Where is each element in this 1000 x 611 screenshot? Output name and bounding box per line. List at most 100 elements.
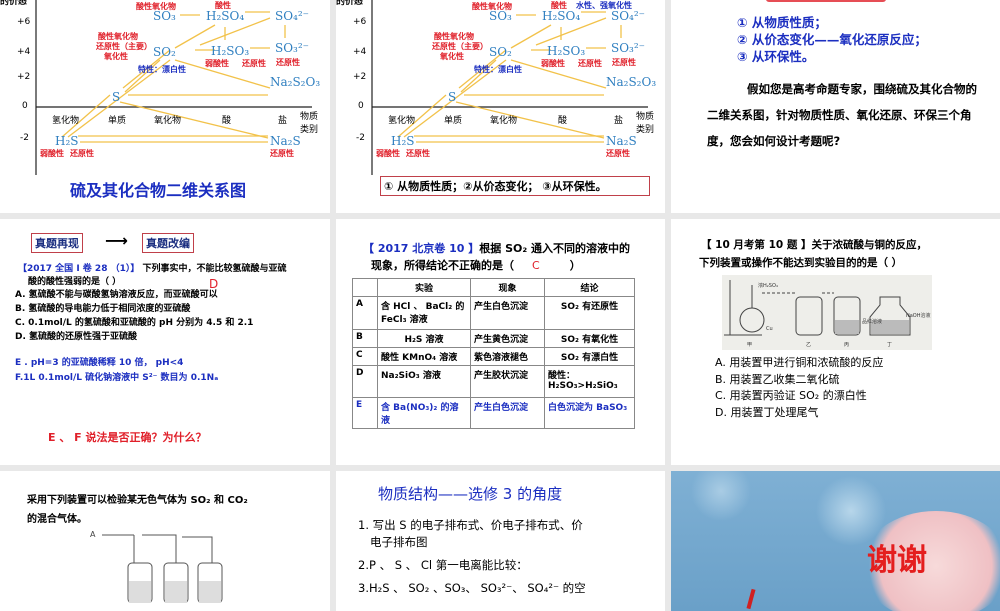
property-label: 酸性 [551,1,567,10]
slide-thumbnail-4[interactable]: 真题再现 ⟶ 真题改编 【2017 全国 I 卷 28 （1）】 下列事实中，不… [0,219,330,465]
axis-label: 的价态 [336,0,364,7]
experiment-table: 实验 现象 结论 A含 HCl 、 BaCl₂ 的 FeCl₃ 溶液 产生白色沉淀 SO… [352,278,635,429]
chemical-species: SO₂ [489,45,512,59]
property-label: 还原性 [606,149,630,158]
gas-bottles-figure: A [90,530,223,603]
property-label: 特性：漂白性 [138,65,186,74]
adapted-options: E . pH=3 的亚硫酸稀释 10 倍， pH<4 F.1L 0.1mol/L… [15,356,218,386]
option: C. 用装置丙验证 SO₂ 的漂白性 [715,389,867,402]
chemical-species: SO₃²⁻ [275,41,310,55]
chemical-species: H₂SO₄ [206,9,245,23]
property-label: 弱酸性 [205,59,229,68]
property-label: 还原性 [276,58,300,67]
slide-thumbnail-3[interactable]: ① 从物质性质； ② 从价态变化——氧化还原反应； ③ 从环保性。 假如您是高考… [671,0,1000,213]
figure-label: NaOH溶液 [906,312,931,319]
table-cell: 白色沉淀为 BaSO₃ [544,397,635,429]
property-label: 还原性 [578,59,602,68]
property-label: 特性：漂白性 [474,65,522,74]
question-text: 根据 SO₂ 通入不同的溶液中的 [479,242,630,255]
chemical-species: H₂S [55,134,79,148]
figure-label: 丁 [887,342,892,348]
table-cell: Na₂SiO₃ 溶液 [377,365,471,398]
figure-label: 品红溶液 [862,318,882,325]
question-source: 【 10 月考第 10 题 】 [701,239,812,251]
table-row: A含 HCl 、 BaCl₂ 的 FeCl₃ 溶液 产生白色沉淀 SO₂ 有还原性 [352,296,635,330]
table-header [352,278,378,297]
adapted-question-box: 真题改编 [142,233,194,253]
axis-label: 酸 [222,116,232,126]
axis-label: -2 [356,133,365,143]
property-label: 还原性 [70,149,94,158]
list-item: 3.H₂S 、 SO₂ 、SO₃、 SO₃²⁻、 SO₄²⁻ 的空 [358,581,586,595]
options-list: A. 氢硫酸不能与碳酸氢钠溶液反应，而亚硫酸可以 B. 氢硫酸的导电能力低于相同… [15,288,253,344]
axis-label: +2 [17,72,31,82]
slide-thumbnail-6[interactable]: 【 10 月考第 10 题 】关于浓硫酸与铜的反应， 下列装置或操作不能达到实验… [671,219,1000,465]
thanks-text: 谢谢 [867,543,927,578]
chemical-species: SO₃²⁻ [611,41,646,55]
chemical-species: S [448,90,457,104]
option: B. 氢硫酸的导电能力低于相同浓度的亚硫酸 [15,304,191,314]
slide-thumbnail-8[interactable]: 物质结构——选修 3 的角度 1. 写出 S 的电子排布式、价电子排布式、价 电… [336,471,665,611]
table-header: 现象 [470,278,545,297]
chemical-species: Na₂S₂O₃ [270,75,321,89]
question-text: 采用下列装置可以检验某无色气体为 SO₂ 和 CO₂ [27,495,248,506]
table-cell: B [352,329,378,348]
chemical-species: SO₄²⁻ [275,9,310,23]
axis-label: +4 [353,47,367,57]
real-question-box: 真题再现 [31,233,83,253]
table-cell: 产生白色沉淀 [470,397,545,429]
list-item: 2.P 、 S 、 Cl 第一电离能比较： [358,558,528,572]
slide-thumbnail-1[interactable]: 的价态 +6 +4 +2 0 -2 氢化物 单质 氧化物酸盐物质 类别 SO₃ H₂SO₄ SO₄²⁻ S… [0,0,330,213]
table-cell: SO₂ 有还原性 [544,296,635,330]
option: A. 用装置甲进行铜和浓硫酸的反应 [715,356,884,369]
option: F.1L 0.1mol/L 硫化钠溶液中 S²⁻ 数目为 0.1Nₐ [15,373,219,383]
table-cell: C [352,347,378,366]
table-cell: SO₂ 有漂白性 [544,347,635,366]
answer-mark: C [532,259,540,272]
axis-label: 氢化物 [388,116,416,126]
table-cell: 产生白色沉淀 [470,296,545,330]
figure-label: Cu [766,326,773,332]
slide-thumbnail-7[interactable]: 采用下列装置可以检验某无色气体为 SO₂ 和 CO₂ 的混合气体。 A [0,471,330,611]
table-row: B H₂S 溶液 产生黄色沉淀 SO₂ 有氧化性 [352,329,635,348]
property-label: 酸性氧化物 [136,2,176,11]
option: E . pH=3 的亚硫酸稀释 10 倍， pH<4 [15,358,184,368]
summary-box: ① 从物质性质；②从价态变化； ③从环保性。 [380,176,650,196]
axis-label: 物质 [300,112,319,122]
options-list: A. 用装置甲进行铜和浓硫酸的反应 B. 用装置乙收集二氧化硫 C. 用装置丙验… [715,355,883,421]
angle-item: ② 从价态变化——氧化还原反应； [737,32,927,47]
axis-label: +6 [17,17,31,27]
figure-label: 甲 [747,342,752,348]
axis-label: -2 [20,133,29,143]
slide-thumbnail-5[interactable]: 【 2017 北京卷 10 】根据 SO₂ 通入不同的溶液中的 现象，所得结论不… [336,219,665,465]
axis-label: 类别 [300,125,319,135]
discussion-question: E 、 F 说法是否正确？为什么？ [48,431,207,444]
apparatus-figure: 浓H₂SO₄ Cu 品红溶液 NaOH溶液 甲 乙 丙 丁 [722,275,932,350]
axis-label: 的价态 [0,0,28,7]
slide-thumbnail-2[interactable]: 的价态 +6 +4 +2 0 -2 氢化物 单质 氧化物酸盐物质 类别 SO₃ H₂SO₄ SO₄²⁻ S… [336,0,665,213]
slide-thumbnail-9[interactable]: 谢谢 [671,471,1000,611]
option: D. 氢硫酸的还原性强于亚硫酸 [15,332,138,342]
property-label: 酸性 [215,1,231,10]
axis-label: 氢化物 [52,116,80,126]
angle-item: ③ 从环保性。 [737,49,815,64]
table-cell: A [352,296,378,330]
option: D. 用装置丁处理尾气 [715,405,819,419]
figure-label: 浓H₂SO₄ [758,282,778,289]
property-label: 弱酸性 [376,149,400,158]
table-cell: 含 HCl 、 BaCl₂ 的 FeCl₃ 溶液 [377,296,471,330]
apparatus-drawing: 浓H₂SO₄ Cu 品红溶液 NaOH溶液 甲 乙 丙 丁 [724,280,931,348]
axis-label: 单质 [108,116,127,126]
slide-title: 物质结构——选修 3 的角度 [378,485,563,503]
figure-label: 乙 [806,341,811,348]
question-text: 的混合气体。 [27,514,87,525]
chemical-species: H₂SO₃ [211,44,250,58]
option: C. 0.1mol/L 的氢硫酸和亚硫酸的 pH 分别为 4.5 和 2.1 [15,318,254,328]
figure-label: 丙 [844,342,849,348]
table-cell: 酸性：H₂SO₃>H₂SiO₃ [544,365,635,398]
question-text: 现象，所得结论不正确的是（ [371,259,514,272]
property-label: 还原性 [242,59,266,68]
axis-label: 氧化物 [154,116,182,126]
axis-label: 0 [22,101,28,111]
question-source: 【2017 全国 I 卷 28 （1）】 [18,264,140,274]
